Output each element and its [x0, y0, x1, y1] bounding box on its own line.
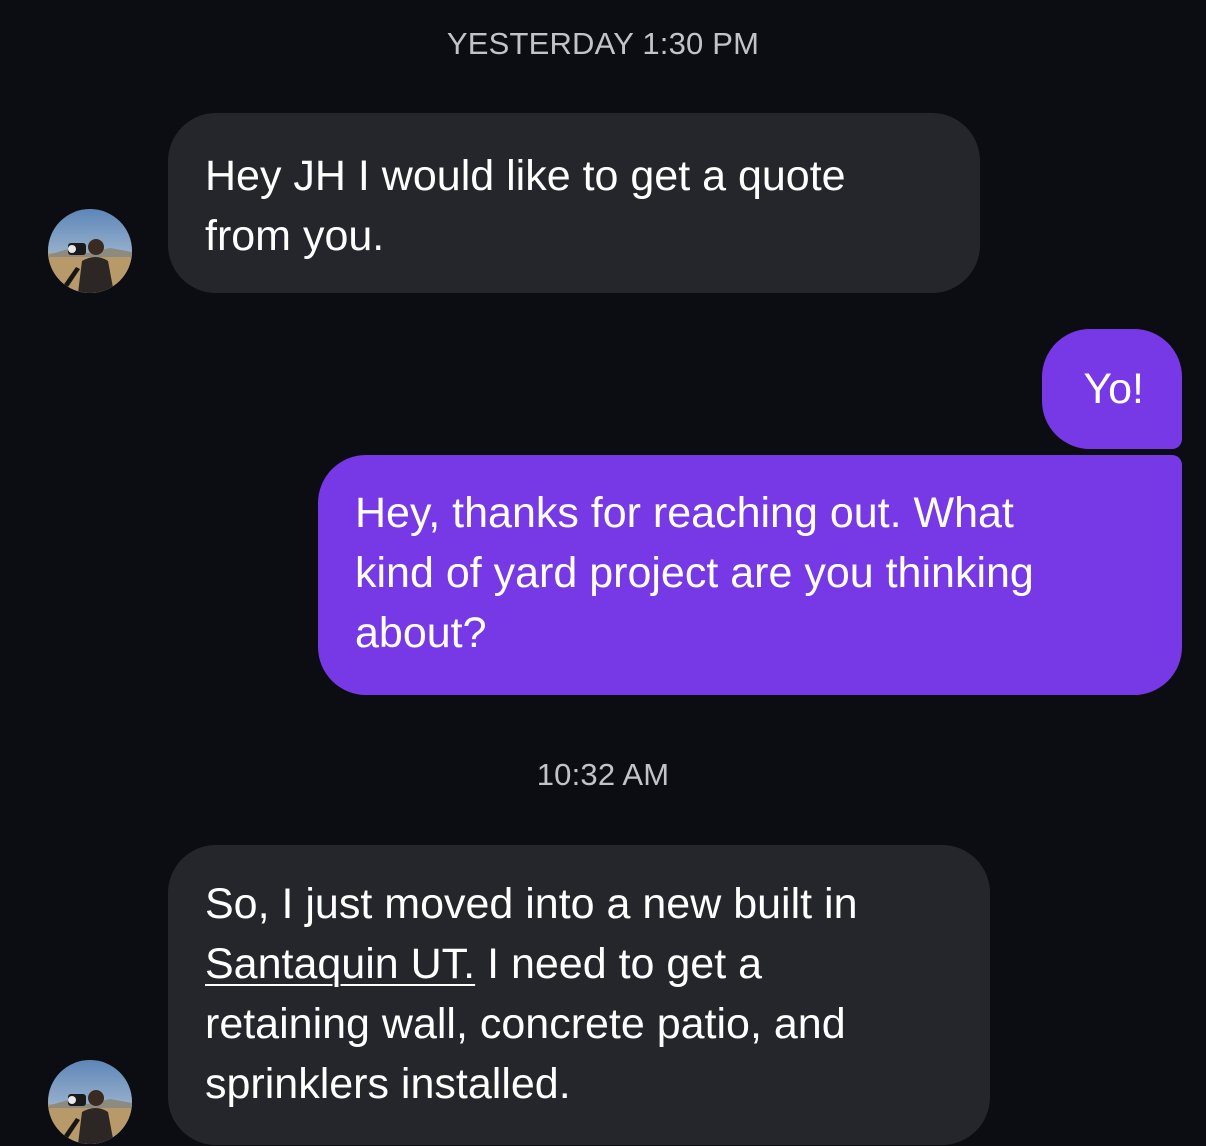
- contact-avatar[interactable]: [48, 209, 132, 293]
- message-line: Hey JH I would like to get a quote: [205, 152, 846, 200]
- message-line: Santaquin UT. I need to get a: [205, 934, 954, 994]
- timestamp-today: 10:32 AM: [536, 757, 670, 792]
- contact-photo-icon: [48, 209, 132, 293]
- message-line: kind of yard project are you thinking: [355, 549, 1034, 597]
- message-line: sprinklers installed.: [205, 1060, 571, 1108]
- message-line: about?: [355, 609, 487, 657]
- message-text: I need to get a: [475, 940, 763, 988]
- message-incoming[interactable]: Hey JH I would like to get a quote from …: [168, 113, 980, 293]
- message-line: retaining wall, concrete patio, and: [205, 1000, 846, 1048]
- location-link[interactable]: Santaquin UT.: [205, 940, 475, 988]
- message-line: from you.: [205, 212, 385, 260]
- message-line: Yo!: [1083, 365, 1144, 413]
- timestamp-yesterday: YESTERDAY 1:30 PM: [446, 26, 760, 61]
- message-outgoing[interactable]: Hey, thanks for reaching out. What kind …: [318, 455, 1182, 695]
- message-outgoing[interactable]: Yo!: [1042, 329, 1182, 449]
- contact-avatar[interactable]: [48, 1060, 132, 1144]
- message-incoming[interactable]: So, I just moved into a new built in San…: [168, 845, 990, 1145]
- contact-photo-icon: [48, 1060, 132, 1144]
- message-line: So, I just moved into a new built in: [205, 880, 858, 928]
- message-line: Hey, thanks for reaching out. What: [355, 489, 1014, 537]
